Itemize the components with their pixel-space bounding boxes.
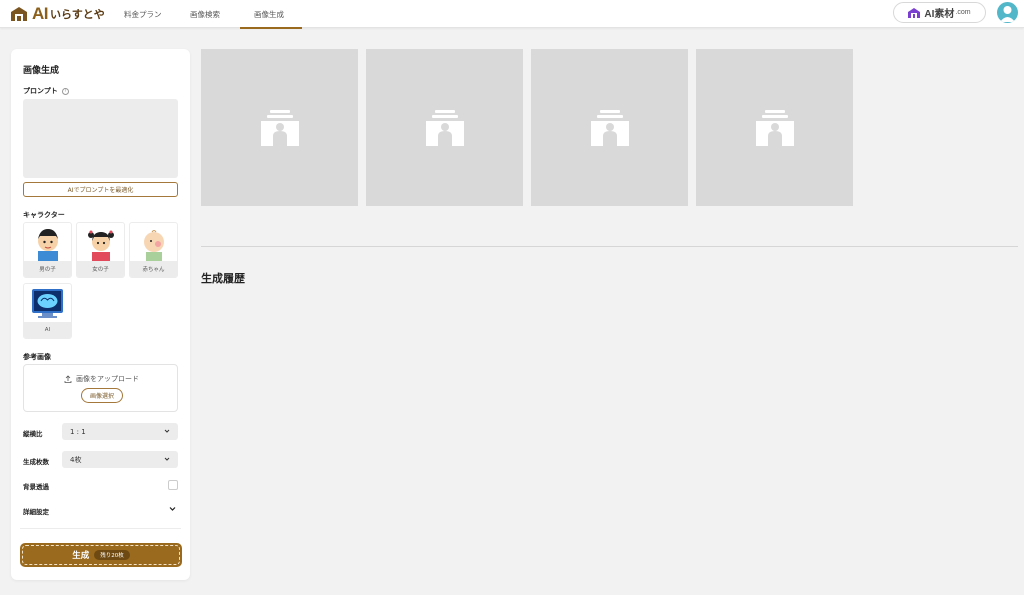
- character-boy[interactable]: 男の子: [23, 222, 72, 278]
- site-logo[interactable]: AI いらすとや: [10, 4, 105, 24]
- generate-button-inner: 生成 残り20枚: [22, 545, 180, 565]
- advanced-settings-label[interactable]: 詳細設定: [23, 506, 49, 516]
- ai-sozai-logo-icon: [908, 7, 921, 18]
- nav-image-generate-label: 画像生成: [254, 9, 284, 19]
- generate-button[interactable]: 生成 残り20枚: [20, 543, 182, 567]
- image-placeholder: [696, 49, 853, 206]
- image-placeholder-icon: [261, 110, 299, 146]
- user-avatar-icon: [1000, 6, 1015, 22]
- logo-jp-text: いらすとや: [50, 8, 105, 21]
- ai-sozai-text: AI素材: [924, 9, 955, 20]
- upload-icon: [64, 375, 72, 383]
- chevron-down-icon[interactable]: [169, 505, 176, 512]
- count-select[interactable]: 4枚: [62, 451, 178, 468]
- history-title: 生成履歴: [201, 272, 245, 285]
- ai-sozai-link[interactable]: AI素材 .com: [893, 2, 986, 23]
- prompt-label: プロンプト ?: [23, 86, 69, 96]
- reference-image-label: 参考画像: [23, 353, 51, 361]
- optimize-prompt-button[interactable]: AIでプロンプトを最適化: [23, 182, 178, 197]
- select-image-button[interactable]: 画像選択: [81, 388, 123, 403]
- ai-brain-icon: [32, 289, 63, 318]
- main-nav: 料金プラン 画像検索 画像生成: [110, 0, 302, 29]
- count-value: 4枚: [70, 455, 82, 464]
- panel-title: 画像生成: [23, 66, 60, 76]
- nav-image-search[interactable]: 画像検索: [176, 0, 236, 28]
- prompt-input[interactable]: [23, 99, 178, 178]
- nav-image-search-label: 画像検索: [190, 9, 220, 19]
- nav-image-generate[interactable]: 画像生成: [240, 0, 302, 29]
- section-divider: [201, 246, 1018, 247]
- info-icon[interactable]: ?: [61, 87, 69, 95]
- count-label: 生成枚数: [23, 458, 49, 466]
- ai-sozai-suffix: .com: [955, 9, 971, 16]
- image-placeholder: [366, 49, 523, 206]
- character-label: キャラクター: [23, 211, 65, 219]
- aspect-ratio-value: 1 : 1: [70, 427, 86, 436]
- image-placeholder-icon: [756, 110, 794, 146]
- prompt-label-text: プロンプト: [23, 87, 58, 95]
- remaining-count-badge: 残り20枚: [94, 550, 130, 560]
- chevron-down-icon: [164, 429, 170, 433]
- character-name: 赤ちゃん: [130, 261, 177, 277]
- upload-line: 画像をアップロード: [24, 374, 179, 384]
- transparent-bg-checkbox[interactable]: [168, 480, 178, 490]
- boy-character-icon: [38, 229, 58, 263]
- girl-character-icon: [88, 230, 114, 263]
- character-ai[interactable]: AI: [23, 283, 72, 339]
- user-avatar[interactable]: [997, 2, 1018, 23]
- house-logo-icon: [11, 7, 27, 21]
- image-placeholder-icon: [591, 110, 629, 146]
- aspect-ratio-select[interactable]: 1 : 1: [62, 423, 178, 440]
- top-header: AI いらすとや 料金プラン 画像検索 画像生成 AI素材 .com: [0, 0, 1024, 29]
- image-placeholder: [531, 49, 688, 206]
- character-name: AI: [24, 322, 71, 338]
- upload-dropzone[interactable]: 画像をアップロード 画像選択: [23, 364, 178, 412]
- nav-pricing[interactable]: 料金プラン: [110, 0, 176, 28]
- generation-panel: 画像生成 プロンプト ? AIでプロンプトを最適化 キャラクター 男の子 女の子…: [11, 49, 190, 580]
- aspect-ratio-label: 縦横比: [23, 430, 43, 438]
- baby-character-icon: [144, 230, 164, 263]
- character-baby[interactable]: 赤ちゃん: [129, 222, 178, 278]
- image-placeholder: [201, 49, 358, 206]
- character-name: 女の子: [77, 261, 124, 277]
- character-girl[interactable]: 女の子: [76, 222, 125, 278]
- upload-text: 画像をアップロード: [76, 375, 139, 383]
- character-name: 男の子: [24, 261, 71, 277]
- nav-pricing-label: 料金プラン: [124, 9, 162, 19]
- image-placeholder-icon: [426, 110, 464, 146]
- transparent-bg-label: 背景透過: [23, 483, 49, 491]
- chevron-down-icon: [164, 457, 170, 461]
- logo-ai-text: AI: [32, 4, 49, 23]
- generate-button-label: 生成: [72, 551, 90, 561]
- panel-divider: [20, 528, 181, 529]
